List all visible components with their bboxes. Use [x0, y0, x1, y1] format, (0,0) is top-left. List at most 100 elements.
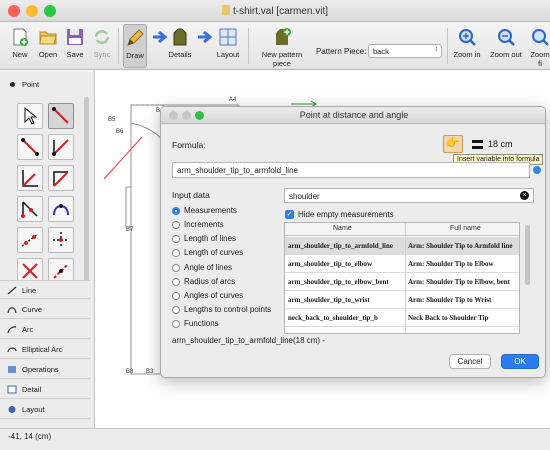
new-file-icon — [13, 28, 28, 46]
cancel-button[interactable]: Cancel — [449, 354, 491, 369]
radio-measurements[interactable] — [172, 207, 180, 215]
search-input[interactable]: shoulder × — [284, 188, 534, 203]
new-label: New — [12, 50, 28, 59]
radio-increments[interactable] — [172, 221, 180, 229]
tool-group-arc[interactable]: Arc — [0, 320, 90, 339]
radio-length-of-lines[interactable] — [172, 235, 180, 243]
arrow-separator-2 — [195, 24, 213, 68]
expand-formula-icon[interactable] — [533, 166, 541, 174]
tool-group-point[interactable]: Point — [0, 75, 90, 94]
layout-label: Layout — [216, 50, 240, 59]
table-row[interactable]: arm_shoulder_tip_to_elbow Arm: Shoulder … — [285, 255, 519, 273]
radio-angles-of-curves[interactable] — [172, 292, 180, 300]
arc-icon — [7, 326, 17, 334]
open-button[interactable]: Open — [36, 24, 60, 68]
tool-group-detail[interactable]: Detail — [0, 380, 90, 399]
table-row[interactable]: arm_shoulder_tip_to_elbow_bent Arm: Shou… — [285, 273, 519, 291]
radio-lengths-to-control-points[interactable] — [172, 306, 180, 314]
window-title-text: t-shirt.val [carmen.vit] — [232, 6, 329, 17]
draw-mode-button[interactable]: Draw — [123, 24, 147, 68]
tool-panel-scrollbar[interactable] — [84, 97, 89, 297]
pattern-piece-value: back — [373, 47, 389, 56]
radio-label: Length of curves — [184, 248, 244, 257]
cell-name: neck_back_to_shoulder_tip_b — [288, 314, 378, 322]
shoulder-icon — [53, 171, 68, 187]
save-label: Save — [66, 50, 84, 59]
radio-label: Angles of curves — [184, 291, 244, 300]
tool-group-detail-label: Detail — [22, 385, 42, 394]
bisector-tool[interactable] — [17, 165, 43, 191]
shoulder-tool[interactable] — [48, 165, 74, 191]
formula-description: arm_shoulder_tip_to_armfold_line(18 cm) … — [172, 336, 325, 345]
tool-group-operations[interactable]: Operations — [0, 360, 90, 379]
hand-pointer-icon: 👉 — [446, 137, 460, 149]
table-row[interactable]: neck_back_to_shoulder_tip_b Neck Back to… — [285, 309, 519, 327]
new-pattern-piece-button[interactable]: New pattern piece — [253, 24, 311, 68]
operations-icon — [8, 366, 16, 373]
tool-group-line-label: Line — [22, 286, 37, 295]
details-mode-button[interactable]: Details — [168, 24, 192, 68]
point-label: B5 — [108, 117, 116, 123]
radio-functions[interactable] — [172, 320, 180, 328]
pattern-piece-select[interactable]: back ↕ — [368, 44, 442, 58]
tool-group-point-label: Point — [22, 80, 40, 89]
dialog-minimize-button[interactable] — [182, 111, 191, 120]
zoom-out-button[interactable]: Zoom out — [489, 24, 523, 68]
column-header-full-name[interactable]: Full name — [450, 225, 481, 232]
dialog-close-button[interactable] — [169, 111, 178, 120]
radio-radius-of-arcs[interactable] — [172, 278, 180, 286]
table-row[interactable]: arm_shoulder_tip_to_wrist Arm: Shoulder … — [285, 291, 519, 309]
zoom-fit-icon — [532, 29, 549, 46]
details-piece-icon — [173, 28, 187, 46]
measurements-table: Name Full name arm_shoulder_tip_to_armfo… — [284, 222, 520, 334]
radio-label: Radius of arcs — [184, 277, 236, 286]
arrow-select-tool[interactable] — [17, 103, 43, 129]
window-title-bar: t-shirt.val [carmen.vit] — [0, 0, 550, 22]
folder-open-icon — [39, 31, 57, 45]
new-button[interactable]: New — [8, 24, 32, 68]
triangle-tool[interactable] — [17, 196, 43, 222]
formula-input[interactable]: arm_shoulder_tip_to_armfold_line — [172, 162, 530, 178]
line-tool[interactable] — [48, 103, 74, 129]
table-row[interactable]: arm_shoulder_tip_to_armfold_line Arm: Sh… — [285, 237, 519, 255]
toolbar-divider — [248, 28, 249, 64]
radio-label: Measurements — [184, 206, 237, 215]
point-of-contact-tool[interactable] — [17, 227, 43, 253]
save-button[interactable]: Save — [63, 24, 87, 68]
sync-button[interactable]: Sync — [90, 24, 114, 68]
zoom-in-button[interactable]: Zoom in — [452, 24, 482, 68]
tool-group-line[interactable]: Line — [0, 280, 90, 299]
elliptical-arc-icon — [7, 347, 17, 353]
input-data-label: Input data — [172, 190, 210, 200]
triangle-icon — [21, 201, 38, 218]
curve-intersect-tool[interactable] — [48, 196, 74, 222]
along-line-tool[interactable] — [17, 134, 43, 160]
point-label: A4 — [229, 97, 237, 103]
insert-variable-button[interactable]: 👉 — [443, 135, 463, 153]
layout-mode-button[interactable]: Layout — [214, 24, 242, 68]
ok-button[interactable]: OK — [501, 354, 539, 369]
cell-full-name: Arm: Shoulder Tip to Elbow — [408, 260, 494, 268]
radio-angle-of-lines[interactable] — [172, 264, 180, 272]
table-scrollbar[interactable] — [525, 225, 530, 285]
tool-group-curve[interactable]: Curve — [0, 300, 90, 319]
radio-length-of-curves[interactable] — [172, 249, 180, 257]
clear-search-icon[interactable]: × — [520, 191, 529, 200]
tool-group-elliptical-arc[interactable]: Elliptical Arc — [0, 340, 90, 359]
dialog-zoom-button[interactable] — [195, 111, 204, 120]
tool-group-layout[interactable]: Layout — [0, 400, 90, 419]
height-tool[interactable] — [48, 227, 74, 253]
hide-empty-label: Hide empty measurements — [298, 210, 394, 219]
search-value: shoulder — [289, 192, 320, 201]
main-toolbar: New Open Save Sync Draw Details Layout N… — [0, 22, 550, 70]
hide-empty-checkbox[interactable]: ✓ — [285, 210, 294, 219]
equals-icon — [472, 140, 483, 149]
column-divider — [405, 223, 406, 333]
curve-intersect-icon — [53, 204, 69, 216]
column-header-name[interactable]: Name — [333, 225, 352, 232]
zoom-fit-button[interactable]: Zoom fi — [528, 24, 550, 68]
point-dot-icon — [10, 82, 15, 87]
cell-name: arm_shoulder_tip_to_elbow_bent — [288, 278, 389, 286]
normal-tool[interactable] — [48, 134, 74, 160]
zoom-out-icon — [498, 29, 515, 46]
